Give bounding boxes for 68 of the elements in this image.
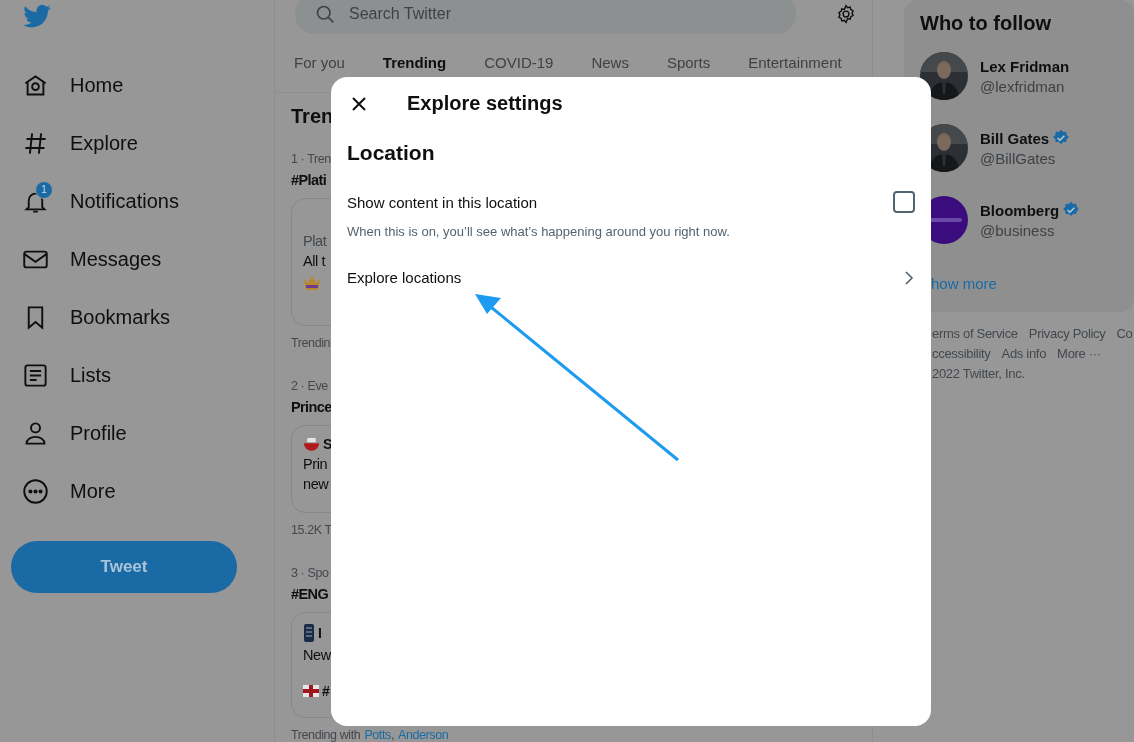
trend-title[interactable]: Prince	[291, 399, 332, 415]
card-text: new	[303, 476, 329, 492]
account-name[interactable]: Lex Fridman	[980, 57, 1070, 75]
nav-item[interactable]: More	[11, 462, 116, 520]
nav-label: Notifications	[70, 189, 179, 213]
nav-item[interactable]: Profile	[11, 404, 127, 462]
nav-item[interactable]: Lists	[11, 346, 112, 404]
footer-link[interactable]: erms of Service	[932, 326, 1018, 341]
nav-label: Messages	[70, 247, 162, 271]
footer-link[interactable]: More ···	[1057, 346, 1101, 361]
nav-label: More	[70, 479, 116, 503]
search-field[interactable]: Search Twitter	[295, 0, 796, 34]
tab[interactable]: For you	[294, 54, 345, 92]
footer-link[interactable]: Ads info	[1001, 346, 1047, 361]
trend-footer: Trendin	[291, 336, 331, 350]
nav-label: Bookmarks	[70, 305, 171, 329]
dialog-title: Explore settings	[407, 92, 563, 115]
nav-label: Lists	[70, 363, 112, 387]
more-icon	[22, 477, 49, 505]
trend-rank: 3 · Spo	[291, 566, 329, 580]
account-handle: @lexfridman	[980, 77, 1066, 95]
card-text: Plat	[303, 233, 327, 249]
tweet-button[interactable]: Tweet	[11, 541, 237, 593]
trend-footer: Trending with	[291, 728, 361, 742]
trend-rank: 1 · Tren	[291, 152, 331, 166]
notification-badge: 1	[35, 180, 53, 199]
nav-label: Profile	[70, 421, 127, 445]
news-logo-icon	[303, 436, 320, 452]
settings-icon[interactable]	[836, 4, 856, 24]
footer-link[interactable]: Privacy Policy	[1028, 326, 1106, 341]
nav-item[interactable]: Explore	[11, 114, 138, 172]
trend-rank: 2 · Eve	[291, 379, 328, 393]
crown-icon	[303, 275, 321, 291]
list-icon	[22, 361, 49, 389]
card-text: Prin	[303, 456, 328, 472]
card-text: All t	[303, 253, 326, 269]
card-source: I	[318, 625, 322, 641]
separator: ,	[390, 728, 394, 742]
account-handle: @BillGates	[980, 150, 1057, 167]
trend-title[interactable]: #ENG	[291, 586, 329, 602]
card-title: Who to follow	[920, 12, 1053, 35]
explore-locations-link[interactable]: Explore locations	[347, 269, 915, 286]
search-input[interactable]: Search Twitter	[347, 4, 651, 24]
account-name[interactable]: Bill Gates	[980, 129, 1050, 147]
nav-label: Home	[70, 73, 124, 97]
trend-title[interactable]: #Plati	[291, 172, 327, 188]
card-text: New	[303, 647, 331, 663]
search-icon	[315, 4, 335, 24]
account-name[interactable]: Bloomberg	[980, 201, 1060, 219]
nav-item[interactable]: Messages	[11, 230, 162, 288]
section-title: Location	[347, 141, 436, 165]
nav-label: Explore	[70, 131, 138, 155]
nav-item[interactable]: Bookmarks	[11, 288, 171, 346]
nav-item[interactable]: Home	[11, 56, 124, 114]
card-source: S	[323, 436, 333, 452]
footer-link[interactable]: 2022 Twitter, Inc.	[932, 366, 1025, 381]
cricket-logo-icon	[303, 623, 315, 643]
account-handle: @business	[980, 222, 1056, 239]
flag-icon	[303, 685, 319, 697]
setting-description: When this is on, you’ll see what’s happening around you right now.	[347, 224, 731, 239]
setting-label: Show content in this location	[347, 193, 538, 211]
footer-link[interactable]: ccessibility	[932, 346, 991, 361]
section-heading: Tren	[291, 105, 335, 128]
card-hashtag: #	[322, 683, 330, 699]
nav-item[interactable]: 1 Notifications	[11, 172, 179, 230]
checkbox[interactable]	[893, 191, 915, 213]
footer-link[interactable]: Co	[1116, 326, 1133, 341]
chevron-right-icon	[903, 269, 915, 286]
